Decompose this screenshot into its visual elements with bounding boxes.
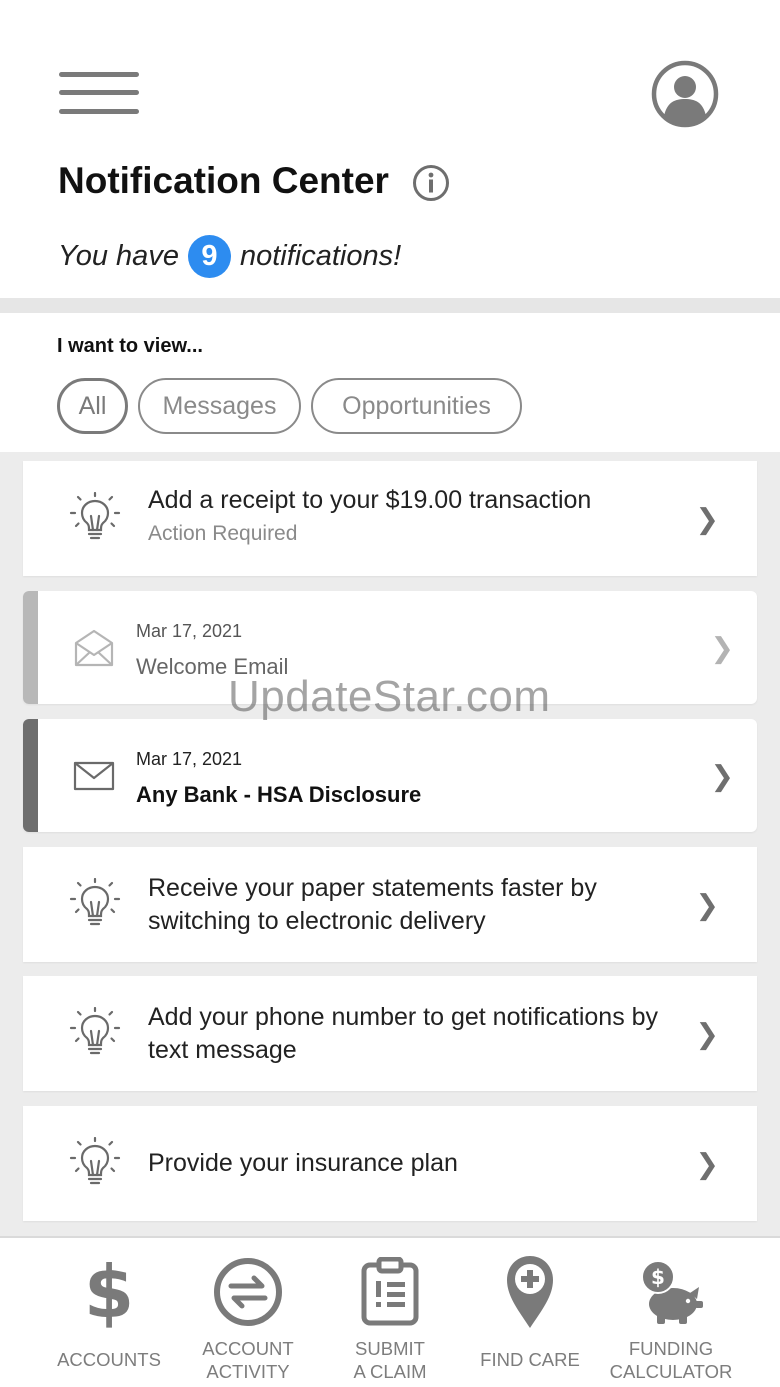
piggy-bank-icon: $ <box>631 1252 711 1332</box>
filter-chip-all[interactable]: All <box>57 378 128 434</box>
notification-title: Add your phone number to get notificatio… <box>148 1003 659 1064</box>
filter-chip-messages[interactable]: Messages <box>138 378 301 434</box>
open-envelope-icon <box>74 629 114 666</box>
notification-item-receipt[interactable]: Add a receipt to your $19.00 transaction… <box>23 461 757 576</box>
nav-find-care[interactable]: FIND CARE <box>452 1238 608 1387</box>
section-divider <box>0 298 780 313</box>
lightbulb-icon <box>69 491 121 539</box>
notification-item-phone-number[interactable]: Add your phone number to get notificatio… <box>23 976 757 1091</box>
chevron-right-icon: ❯ <box>695 502 719 535</box>
transfer-icon <box>208 1252 288 1332</box>
message-subject: Any Bank - HSA Disclosure <box>136 782 422 807</box>
clipboard-icon <box>350 1252 430 1332</box>
chevron-right-icon: ❯ <box>695 888 719 921</box>
notification-title: Provide your insurance plan <box>148 1149 458 1177</box>
nav-label-line-1: ACCOUNT <box>202 1338 294 1359</box>
envelope-icon <box>73 761 115 790</box>
bottom-nav: $ ACCOUNTS ACCOUNT ACTIVITY SUBMIT A CLA… <box>0 1236 780 1387</box>
lightbulb-icon <box>69 877 121 925</box>
nav-label-line-1: SUBMIT <box>355 1338 425 1359</box>
location-plus-icon <box>490 1252 570 1332</box>
nav-account-activity[interactable]: ACCOUNT ACTIVITY <box>170 1238 326 1387</box>
chevron-right-icon: ❯ <box>695 1017 719 1050</box>
read-indicator-bar <box>23 591 38 704</box>
notification-title: Add a receipt to your $19.00 transaction <box>148 486 592 514</box>
message-item-hsa-disclosure[interactable]: Mar 17, 2021 Any Bank - HSA Disclosure ❯ <box>23 719 757 832</box>
nav-accounts[interactable]: $ ACCOUNTS <box>31 1238 187 1387</box>
notification-item-insurance-plan[interactable]: Provide your insurance plan ❯ <box>23 1106 757 1221</box>
filter-chip-opportunities[interactable]: Opportunities <box>311 378 522 434</box>
info-icon[interactable] <box>412 164 450 202</box>
notification-summary: You have 9 notifications! <box>58 232 401 280</box>
nav-label-line-2: ACTIVITY <box>206 1361 290 1382</box>
nav-label-line-1: FUNDING <box>628 1338 714 1359</box>
summary-prefix: You have <box>58 239 179 272</box>
chevron-right-icon: ❯ <box>710 631 734 664</box>
chevron-right-icon: ❯ <box>695 1147 719 1180</box>
menu-icon[interactable] <box>59 72 139 116</box>
nav-label: FIND CARE <box>480 1349 580 1370</box>
nav-submit-claim[interactable]: SUBMIT A CLAIM <box>312 1238 468 1387</box>
nav-label: ACCOUNTS <box>57 1349 161 1370</box>
notification-list: Add a receipt to your $19.00 transaction… <box>0 452 780 1236</box>
profile-icon[interactable] <box>651 60 719 128</box>
notification-count-badge: 9 <box>187 234 231 278</box>
lightbulb-icon <box>69 1006 121 1054</box>
message-subject: Welcome Email <box>136 654 289 679</box>
filter-section: I want to view... All Messages Opportuni… <box>0 313 780 452</box>
lightbulb-icon <box>69 1136 121 1184</box>
notification-subtitle: Action Required <box>148 522 298 545</box>
page-title: Notification Center <box>58 160 389 201</box>
chevron-right-icon: ❯ <box>710 759 734 792</box>
nav-funding-calculator[interactable]: $ FUNDING CALCULATOR <box>593 1238 749 1387</box>
dollar-icon: $ <box>83 1250 135 1334</box>
unread-indicator-bar <box>23 719 38 832</box>
nav-label-line-2: CALCULATOR <box>609 1361 733 1382</box>
summary-suffix: notifications! <box>239 239 402 272</box>
notification-title: Receive your paper statements faster by … <box>148 874 597 935</box>
filter-label: I want to view... <box>57 335 203 357</box>
message-date: Mar 17, 2021 <box>136 749 243 769</box>
message-item-welcome[interactable]: Mar 17, 2021 Welcome Email ❯ <box>23 591 757 704</box>
svg-text:$: $ <box>651 1265 665 1289</box>
message-date: Mar 17, 2021 <box>136 621 243 641</box>
nav-label-line-2: A CLAIM <box>353 1361 427 1382</box>
notification-item-electronic-delivery[interactable]: Receive your paper statements faster by … <box>23 847 757 962</box>
header: Notification Center You have 9 notificat… <box>0 0 780 298</box>
